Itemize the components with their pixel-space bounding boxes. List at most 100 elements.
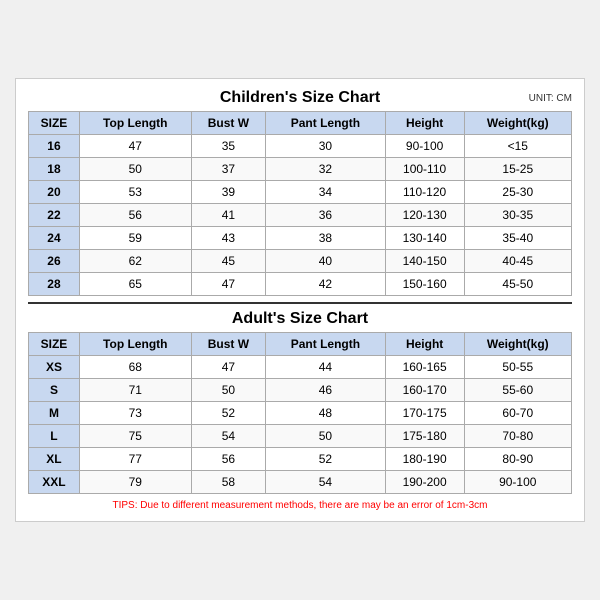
adults-chart-title: Adult's Size Chart [232, 310, 368, 328]
adults-cell: 55-60 [464, 379, 571, 402]
children-cell: 120-130 [385, 204, 464, 227]
adults-cell: 54 [266, 471, 386, 494]
children-cell: 36 [266, 204, 386, 227]
adults-cell: 170-175 [385, 402, 464, 425]
children-cell: 50 [79, 158, 191, 181]
children-cell: 40 [266, 250, 386, 273]
children-cell: 140-150 [385, 250, 464, 273]
adults-cell: 180-190 [385, 448, 464, 471]
children-table-row: 24594338130-14035-40 [29, 227, 572, 250]
section-divider [28, 302, 572, 304]
children-cell: 30 [266, 135, 386, 158]
children-cell: 43 [191, 227, 266, 250]
adults-cell: 77 [79, 448, 191, 471]
children-table-row: 22564136120-13030-35 [29, 204, 572, 227]
children-cell: 38 [266, 227, 386, 250]
children-col-pant-length: Pant Length [266, 112, 386, 135]
children-cell: 22 [29, 204, 80, 227]
adults-cell: 160-165 [385, 356, 464, 379]
children-cell: 25-30 [464, 181, 571, 204]
tips-text: TIPS: Due to different measurement metho… [28, 500, 572, 511]
children-cell: 45-50 [464, 273, 571, 296]
adults-cell: 58 [191, 471, 266, 494]
adults-cell: 60-70 [464, 402, 571, 425]
children-cell: 37 [191, 158, 266, 181]
children-cell: 24 [29, 227, 80, 250]
adults-cell: 175-180 [385, 425, 464, 448]
adults-cell: 48 [266, 402, 386, 425]
children-col-height: Height [385, 112, 464, 135]
children-cell: 34 [266, 181, 386, 204]
children-cell: 32 [266, 158, 386, 181]
unit-label: UNIT: CM [529, 93, 572, 104]
children-col-size: SIZE [29, 112, 80, 135]
adults-table-row: L755450175-18070-80 [29, 425, 572, 448]
children-table-row: 28654742150-16045-50 [29, 273, 572, 296]
adults-cell: 54 [191, 425, 266, 448]
children-cell: 47 [191, 273, 266, 296]
adults-cell: 44 [266, 356, 386, 379]
adults-cell: 70-80 [464, 425, 571, 448]
children-cell: 47 [79, 135, 191, 158]
adults-cell: XS [29, 356, 80, 379]
children-table-row: 18503732100-11015-25 [29, 158, 572, 181]
children-cell: 100-110 [385, 158, 464, 181]
adults-cell: XXL [29, 471, 80, 494]
adults-cell: 190-200 [385, 471, 464, 494]
adults-cell: 160-170 [385, 379, 464, 402]
adults-cell: 71 [79, 379, 191, 402]
adults-cell: 56 [191, 448, 266, 471]
adults-col-weight: Weight(kg) [464, 333, 571, 356]
adults-cell: 52 [266, 448, 386, 471]
children-cell: 39 [191, 181, 266, 204]
adults-cell: 90-100 [464, 471, 571, 494]
adults-col-size: SIZE [29, 333, 80, 356]
children-cell: 53 [79, 181, 191, 204]
children-cell: 18 [29, 158, 80, 181]
children-cell: 110-120 [385, 181, 464, 204]
adults-cell: L [29, 425, 80, 448]
adults-table-row: XS684744160-16550-55 [29, 356, 572, 379]
adults-cell: 50-55 [464, 356, 571, 379]
children-cell: 35-40 [464, 227, 571, 250]
children-cell: 20 [29, 181, 80, 204]
children-table-row: 26624540140-15040-45 [29, 250, 572, 273]
children-header-row: SIZE Top Length Bust W Pant Length Heigh… [29, 112, 572, 135]
children-cell: 40-45 [464, 250, 571, 273]
adults-cell: 75 [79, 425, 191, 448]
adults-col-top-length: Top Length [79, 333, 191, 356]
children-cell: 45 [191, 250, 266, 273]
children-cell: 90-100 [385, 135, 464, 158]
children-size-table: SIZE Top Length Bust W Pant Length Heigh… [28, 111, 572, 296]
children-cell: 65 [79, 273, 191, 296]
children-col-bust-w: Bust W [191, 112, 266, 135]
children-cell: 16 [29, 135, 80, 158]
adults-cell: 52 [191, 402, 266, 425]
children-cell: 150-160 [385, 273, 464, 296]
adults-col-pant-length: Pant Length [266, 333, 386, 356]
children-cell: 26 [29, 250, 80, 273]
children-chart-title: Children's Size Chart [220, 89, 380, 107]
children-cell: 59 [79, 227, 191, 250]
children-col-weight: Weight(kg) [464, 112, 571, 135]
children-cell: 28 [29, 273, 80, 296]
adults-col-bust-w: Bust W [191, 333, 266, 356]
children-cell: 41 [191, 204, 266, 227]
children-table-row: 1647353090-100<15 [29, 135, 572, 158]
children-cell: 15-25 [464, 158, 571, 181]
adults-cell: 47 [191, 356, 266, 379]
children-title-row: Children's Size Chart UNIT: CM [28, 89, 572, 107]
children-cell: 130-140 [385, 227, 464, 250]
children-cell: 35 [191, 135, 266, 158]
adults-cell: XL [29, 448, 80, 471]
adults-cell: 50 [191, 379, 266, 402]
children-cell: 42 [266, 273, 386, 296]
children-cell: 56 [79, 204, 191, 227]
adults-cell: 50 [266, 425, 386, 448]
children-cell: 30-35 [464, 204, 571, 227]
adults-table-row: S715046160-17055-60 [29, 379, 572, 402]
adults-title-row: Adult's Size Chart [28, 310, 572, 328]
adults-size-table: SIZE Top Length Bust W Pant Length Heigh… [28, 332, 572, 494]
children-table-row: 20533934110-12025-30 [29, 181, 572, 204]
adults-table-row: XL775652180-19080-90 [29, 448, 572, 471]
